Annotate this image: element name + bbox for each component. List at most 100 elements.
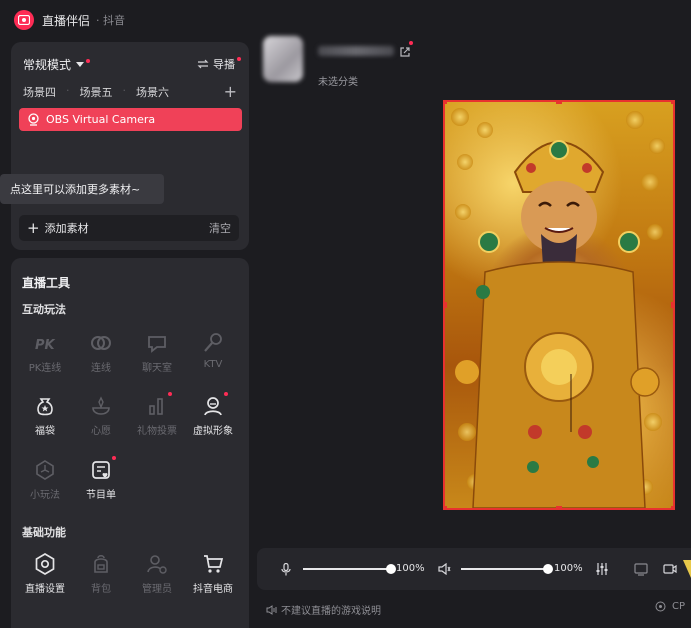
clear-button[interactable]: 清空	[209, 220, 231, 236]
mode-selector[interactable]: 常规模式	[23, 56, 91, 73]
guide-badge-dot	[237, 57, 241, 61]
svg-text:PK: PK	[35, 338, 56, 353]
resize-handle[interactable]	[556, 506, 562, 508]
pk-icon: PK	[33, 331, 57, 355]
resize-handle[interactable]	[445, 506, 447, 508]
video-camera-icon[interactable]	[663, 563, 677, 575]
microphone-icon	[201, 331, 225, 355]
mic-volume-knob[interactable]	[386, 564, 396, 574]
start-live-logo-icon[interactable]	[683, 560, 691, 578]
tool-lucky-bag[interactable]: 福袋	[17, 394, 73, 437]
tool-program-list[interactable]: 节目单	[73, 456, 129, 501]
tool-label: PK连线	[28, 363, 62, 374]
cart-icon	[201, 552, 225, 576]
tool-label: 小玩法	[30, 490, 60, 501]
source-name: OBS Virtual Camera	[46, 113, 156, 126]
tools-title: 直播工具	[22, 276, 71, 290]
backpack-icon	[89, 552, 113, 576]
resize-handle[interactable]	[671, 506, 673, 508]
add-material-tooltip: 点这里可以添加更多素材~	[0, 174, 164, 204]
live-settings-icon	[33, 552, 57, 576]
tool-label: 连线	[91, 363, 111, 374]
source-item-obs[interactable]: OBS Virtual Camera	[19, 108, 242, 131]
interactive-title: 互动玩法	[22, 303, 66, 316]
wish-icon	[89, 394, 113, 418]
speaker-volume-value: 100%	[554, 563, 583, 574]
tool-link[interactable]: 连线	[73, 331, 129, 374]
category-label[interactable]: 未选分类	[318, 73, 358, 88]
resize-handle[interactable]	[556, 102, 562, 104]
app-header: 直播伴侣 · 抖音	[0, 0, 691, 40]
mini-game-icon	[33, 458, 57, 482]
resize-handle[interactable]	[445, 102, 447, 104]
admin-icon	[145, 552, 169, 576]
guide-button[interactable]: 导播	[197, 56, 241, 72]
streamer-name-blurred	[318, 46, 394, 56]
mixer-icon[interactable]	[595, 562, 609, 576]
tool-admin[interactable]: 管理员	[129, 552, 185, 595]
speaker-icon[interactable]	[438, 563, 452, 575]
tool-avatar[interactable]: 虚拟形象	[185, 392, 241, 437]
new-badge-dot	[168, 392, 172, 396]
tool-wish[interactable]: 心愿	[73, 394, 129, 437]
cpu-label: CP	[672, 601, 686, 612]
preview-figure-image	[451, 108, 665, 508]
tool-label: 背包	[91, 584, 111, 595]
resize-handle[interactable]	[671, 102, 673, 104]
streamer-avatar[interactable]	[263, 36, 303, 82]
basic-title: 基础功能	[22, 526, 66, 539]
mode-label: 常规模式	[23, 58, 72, 72]
tool-label: 心愿	[91, 426, 111, 437]
external-link-icon[interactable]	[399, 41, 413, 62]
scene-tab[interactable]: 场景五	[80, 84, 113, 100]
mic-volume-value: 100%	[396, 563, 425, 574]
live-preview-canvas[interactable]	[443, 100, 675, 510]
scene-tabs: 场景四 · 场景五 · 场景六	[23, 84, 169, 100]
tool-ecommerce[interactable]: 抖音电商	[185, 552, 241, 595]
resize-handle[interactable]	[671, 302, 673, 308]
tool-ktv[interactable]: KTV	[185, 331, 241, 370]
scene-tab[interactable]: 场景四	[23, 84, 56, 100]
tool-label: 福袋	[35, 426, 55, 437]
app-subtitle: · 抖音	[96, 14, 126, 27]
new-badge-dot	[112, 456, 116, 460]
tool-pk[interactable]: PK PK连线	[17, 331, 73, 374]
audio-control-bar: 100% 100%	[257, 548, 691, 590]
tool-label: 礼物投票	[137, 426, 177, 437]
app-logo-icon	[14, 10, 34, 30]
status-area: CP	[655, 601, 685, 612]
tool-backpack[interactable]: 背包	[73, 552, 129, 595]
tool-label: 管理员	[142, 584, 172, 595]
tool-label: 直播设置	[25, 584, 65, 595]
plus-icon: +	[27, 218, 40, 237]
mic-volume-track[interactable]	[303, 568, 391, 570]
tool-live-settings[interactable]: 直播设置	[17, 552, 73, 595]
program-list-icon	[89, 456, 116, 482]
tool-gift-vote[interactable]: 礼物投票	[129, 392, 185, 437]
resize-handle[interactable]	[445, 302, 447, 308]
app-title: 直播伴侣	[42, 13, 91, 28]
camera-icon	[28, 113, 39, 126]
tab-separator: ·	[66, 84, 70, 97]
link-icon	[89, 331, 113, 355]
tool-chatroom[interactable]: 聊天室	[129, 331, 185, 374]
badge-dot	[409, 41, 413, 45]
lucky-bag-icon	[33, 394, 57, 418]
tool-mini-game[interactable]: 小玩法	[17, 458, 73, 501]
tab-separator: ·	[122, 84, 127, 97]
microphone-icon[interactable]	[281, 563, 291, 576]
mute-speaker-icon	[266, 604, 277, 615]
add-scene-plus-icon[interactable]: +	[224, 82, 237, 101]
tool-label: 虚拟形象	[193, 426, 233, 437]
scene-tab[interactable]: 场景六	[136, 84, 169, 100]
settings-circle-icon[interactable]	[655, 601, 666, 612]
new-badge-dot	[224, 392, 228, 396]
tool-label: 抖音电商	[193, 584, 233, 595]
game-note-link[interactable]: 不建议直播的游戏说明	[266, 602, 381, 617]
speaker-volume-knob[interactable]	[543, 564, 553, 574]
gift-vote-icon	[145, 392, 172, 418]
game-note-text: 不建议直播的游戏说明	[281, 606, 381, 617]
add-material-button[interactable]: + 添加素材 清空	[19, 215, 239, 241]
speaker-volume-track[interactable]	[461, 568, 549, 570]
screen-cast-icon[interactable]	[634, 562, 648, 576]
